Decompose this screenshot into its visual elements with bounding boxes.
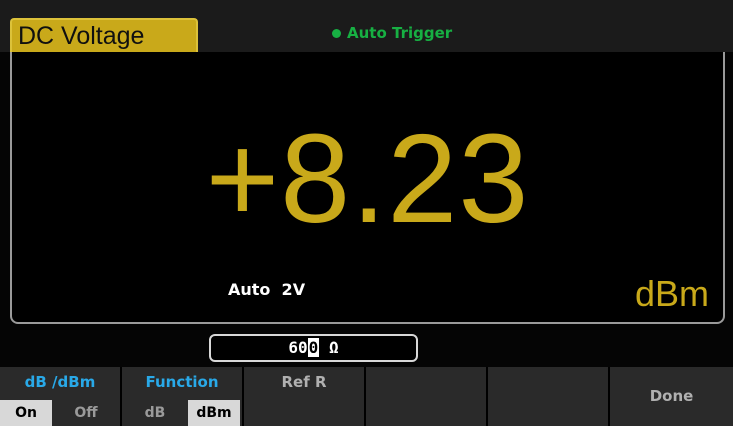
- softkey-blank-4[interactable]: [366, 367, 488, 426]
- measurement-display: +8.23 Auto 2V dBm: [10, 52, 725, 324]
- measurement-unit: dBm: [634, 273, 709, 314]
- softkey-done[interactable]: Done: [610, 367, 733, 426]
- trigger-status: Auto Trigger: [332, 22, 452, 44]
- softkey-db-dbm[interactable]: dB /dBm On Off: [0, 367, 122, 426]
- softkey-db-dbm-label: dB /dBm: [24, 373, 96, 391]
- option-db[interactable]: dB: [122, 400, 188, 426]
- softkey-blank-5[interactable]: [488, 367, 610, 426]
- softkey-ref-r-label: Ref R: [281, 373, 327, 391]
- range-indicator: Auto 2V: [228, 280, 306, 299]
- option-on[interactable]: On: [0, 400, 52, 426]
- softkey-bar: dB /dBm On Off Function dB dBm Ref R Don…: [0, 367, 733, 426]
- trigger-status-dot-icon: [332, 28, 341, 38]
- option-off[interactable]: Off: [52, 400, 120, 426]
- measurement-value: +8.23: [205, 108, 530, 249]
- status-header: DC Voltage Auto Trigger: [0, 0, 733, 52]
- softkey-function-label: Function: [145, 373, 219, 391]
- option-dbm[interactable]: dBm: [188, 400, 240, 426]
- ref-resistance-input[interactable]: 600 Ω: [209, 334, 418, 362]
- measurement-mode-tab: DC Voltage: [10, 18, 198, 52]
- softkey-function-options: dB dBm: [122, 400, 242, 426]
- softkey-ref-r[interactable]: Ref R: [244, 367, 366, 426]
- input-value-prefix: 60: [288, 338, 308, 357]
- trigger-status-label: Auto Trigger: [347, 24, 453, 42]
- softkey-db-dbm-options: On Off: [0, 400, 120, 426]
- input-unit: Ω: [319, 338, 339, 357]
- softkey-done-label: Done: [649, 387, 694, 405]
- softkey-function[interactable]: Function dB dBm: [122, 367, 244, 426]
- input-cursor: 0: [307, 338, 320, 357]
